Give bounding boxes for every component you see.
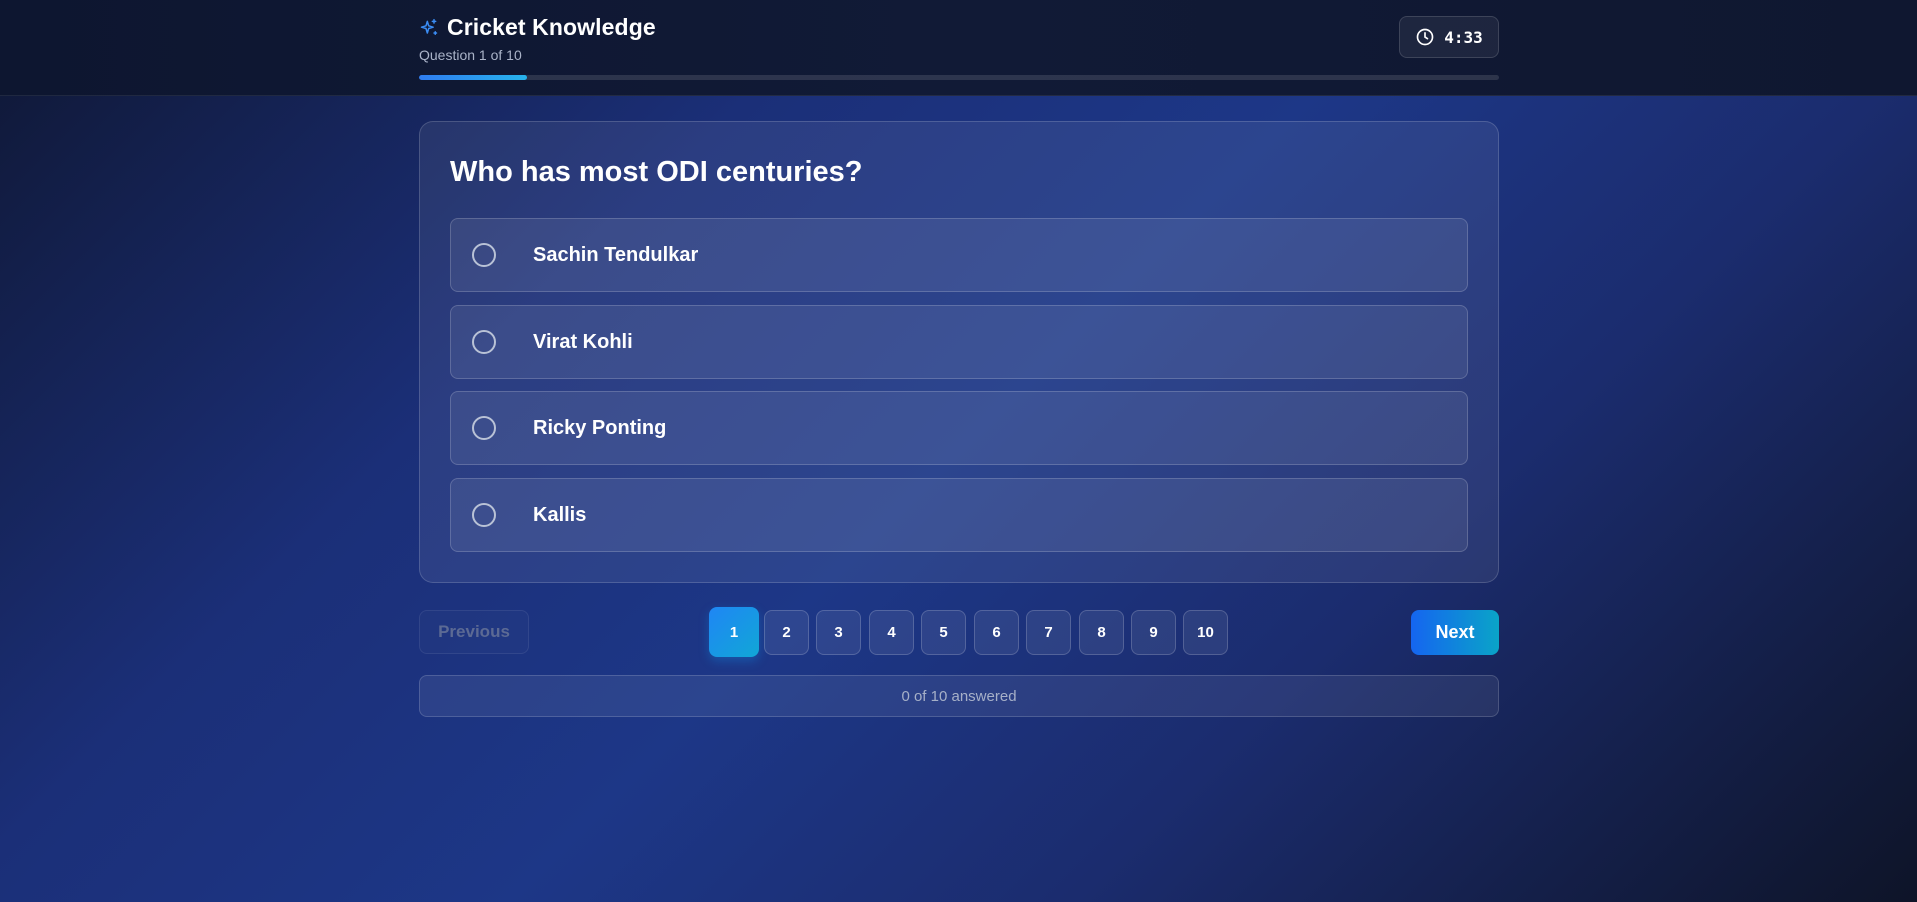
page-button-4[interactable]: 4 <box>869 610 914 655</box>
next-button[interactable]: Next <box>1411 610 1499 655</box>
radio-unchecked-icon[interactable] <box>472 416 496 440</box>
progress-bar <box>419 75 1499 80</box>
page-button-8[interactable]: 8 <box>1079 610 1124 655</box>
option-label: Sachin Tendulkar <box>533 243 699 266</box>
option-label: Virat Kohli <box>533 330 633 353</box>
page-button-2[interactable]: 2 <box>764 610 809 655</box>
page-button-7[interactable]: 7 <box>1026 610 1071 655</box>
page-button-10[interactable]: 10 <box>1183 610 1228 655</box>
page-button-3[interactable]: 3 <box>816 610 861 655</box>
answered-status-text: 0 of 10 answered <box>901 687 1017 705</box>
option-label: Kallis <box>533 503 587 526</box>
option-ricky-ponting[interactable]: Ricky Ponting <box>450 391 1468 465</box>
title-row: Cricket Knowledge <box>419 14 656 41</box>
timer-value: 4:33 <box>1444 27 1483 47</box>
clock-icon <box>1415 27 1435 47</box>
sparkles-icon <box>419 18 439 38</box>
radio-unchecked-icon[interactable] <box>472 330 496 354</box>
option-kallis[interactable]: Kallis <box>450 478 1468 552</box>
option-virat-kohli[interactable]: Virat Kohli <box>450 305 1468 379</box>
radio-unchecked-icon[interactable] <box>472 243 496 267</box>
progress-fill <box>419 75 527 80</box>
radio-unchecked-icon[interactable] <box>472 503 496 527</box>
header: Cricket Knowledge Question 1 of 10 4:33 <box>419 0 1499 96</box>
option-sachin-tendulkar[interactable]: Sachin Tendulkar <box>450 218 1468 292</box>
question-text: Who has most ODI centuries? <box>450 156 863 188</box>
page-button-5[interactable]: 5 <box>921 610 966 655</box>
page-button-6[interactable]: 6 <box>974 610 1019 655</box>
page-button-1[interactable]: 1 <box>709 607 759 657</box>
question-card: Who has most ODI centuries? Sachin Tendu… <box>419 121 1499 583</box>
navigation-row: Previous 1 2 3 4 5 6 7 8 9 10 Next <box>419 607 1499 657</box>
app-title: Cricket Knowledge <box>447 14 656 40</box>
answered-status: 0 of 10 answered <box>419 675 1499 717</box>
top-bar: Cricket Knowledge Question 1 of 10 4:33 <box>0 0 1917 96</box>
option-label: Ricky Ponting <box>533 416 667 439</box>
timer: 4:33 <box>1399 16 1499 58</box>
question-counter: Question 1 of 10 <box>419 47 522 63</box>
previous-button[interactable]: Previous <box>419 610 529 654</box>
page-button-9[interactable]: 9 <box>1131 610 1176 655</box>
